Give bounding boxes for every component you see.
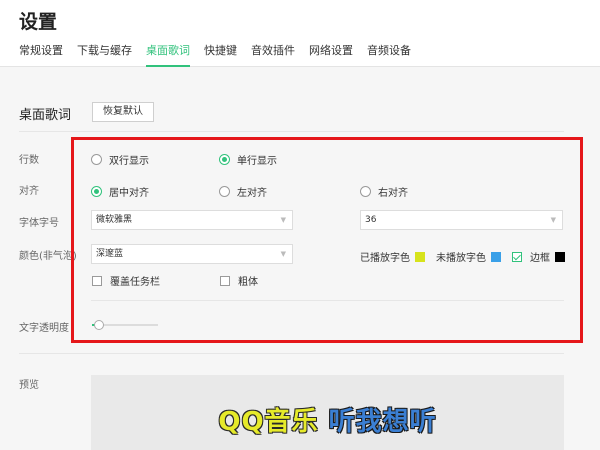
color-scheme-value: 深邃蓝 <box>96 249 124 259</box>
played-color-picker[interactable]: 已播放字色 <box>360 249 425 264</box>
radio-align-left-label: 左对齐 <box>237 188 267 199</box>
radio-align-right-indicator <box>360 186 371 197</box>
settings-header: 设置 常规设置 下载与缓存 桌面歌词 快捷键 音效插件 网络设置 音频设备 <box>0 0 600 67</box>
highlight-annotation-box <box>71 137 583 343</box>
bold-checkbox-indicator <box>220 275 230 286</box>
radio-single-line[interactable]: 单行显示 <box>219 152 277 167</box>
border-checkbox-label: 边框 <box>530 253 550 264</box>
radio-single-line-indicator <box>219 154 230 165</box>
bold-checkbox[interactable]: 粗体 <box>220 273 258 288</box>
radio-align-center[interactable]: 居中对齐 <box>91 184 149 199</box>
chevron-down-icon: ▼ <box>280 250 286 258</box>
unplayed-color-picker[interactable]: 未播放字色 <box>436 249 501 264</box>
font-label: 字体字号 <box>19 218 59 229</box>
lyric-preview: QQ音乐 听我想听 <box>91 375 564 450</box>
unplayed-color-label: 未播放字色 <box>436 253 486 264</box>
radio-double-line[interactable]: 双行显示 <box>91 152 149 167</box>
radio-double-line-indicator <box>91 154 102 165</box>
section-divider <box>19 131 564 132</box>
font-family-select[interactable]: 微软雅黑 ▼ <box>91 210 293 230</box>
played-color-label: 已播放字色 <box>360 253 410 264</box>
section-title: 桌面歌词 <box>19 108 72 123</box>
preview-lyric-unplayed: 听我想听 <box>328 407 437 437</box>
options-divider <box>91 300 564 301</box>
chevron-down-icon: ▼ <box>280 216 286 224</box>
radio-double-line-label: 双行显示 <box>109 156 149 167</box>
tab-sound-plugins[interactable]: 音效插件 <box>251 44 295 64</box>
page-title: 设置 <box>19 11 58 33</box>
font-size-select[interactable]: 36 ▼ <box>360 210 563 230</box>
opacity-label: 文字透明度 <box>19 323 69 334</box>
border-checkbox[interactable]: 边框 <box>512 249 565 264</box>
unplayed-color-swatch[interactable] <box>491 251 501 262</box>
border-checkbox-indicator <box>512 251 522 262</box>
preview-lyric-played: QQ音乐 <box>218 407 319 437</box>
tab-desktop-lyrics[interactable]: 桌面歌词 <box>146 44 190 67</box>
border-color-swatch[interactable] <box>555 251 565 262</box>
radio-align-left[interactable]: 左对齐 <box>219 184 267 199</box>
line-count-label: 行数 <box>19 155 39 166</box>
tab-general[interactable]: 常规设置 <box>19 44 63 64</box>
radio-align-center-label: 居中对齐 <box>109 188 149 199</box>
tab-shortcuts[interactable]: 快捷键 <box>204 44 237 64</box>
cover-taskbar-checkbox[interactable]: 覆盖任务栏 <box>92 273 160 288</box>
radio-align-right[interactable]: 右对齐 <box>360 184 408 199</box>
opacity-slider-thumb[interactable] <box>93 320 104 330</box>
tab-network[interactable]: 网络设置 <box>309 44 353 64</box>
align-label: 对齐 <box>19 186 39 197</box>
settings-tabs: 常规设置 下载与缓存 桌面歌词 快捷键 音效插件 网络设置 音频设备 <box>19 44 425 67</box>
radio-align-center-indicator <box>91 186 102 197</box>
radio-align-right-label: 右对齐 <box>378 188 408 199</box>
preview-lyric-text: QQ音乐 听我想听 <box>91 401 564 438</box>
chevron-down-icon: ▼ <box>550 216 556 224</box>
tab-download-cache[interactable]: 下载与缓存 <box>77 44 132 64</box>
radio-align-left-indicator <box>219 186 230 197</box>
color-scheme-select[interactable]: 深邃蓝 ▼ <box>91 244 293 264</box>
tab-audio-device[interactable]: 音频设备 <box>367 44 411 64</box>
font-family-value: 微软雅黑 <box>96 215 133 225</box>
bold-checkbox-label: 粗体 <box>238 277 258 288</box>
font-size-value: 36 <box>365 215 377 225</box>
preview-divider <box>19 353 564 354</box>
cover-taskbar-checkbox-indicator <box>92 275 102 286</box>
color-label: 颜色(非气泡) <box>19 251 77 262</box>
reset-default-button[interactable]: 恢复默认 <box>92 102 154 122</box>
cover-taskbar-label: 覆盖任务栏 <box>110 277 160 288</box>
played-color-swatch[interactable] <box>415 251 425 262</box>
preview-label: 预览 <box>19 380 39 391</box>
radio-single-line-label: 单行显示 <box>237 156 277 167</box>
